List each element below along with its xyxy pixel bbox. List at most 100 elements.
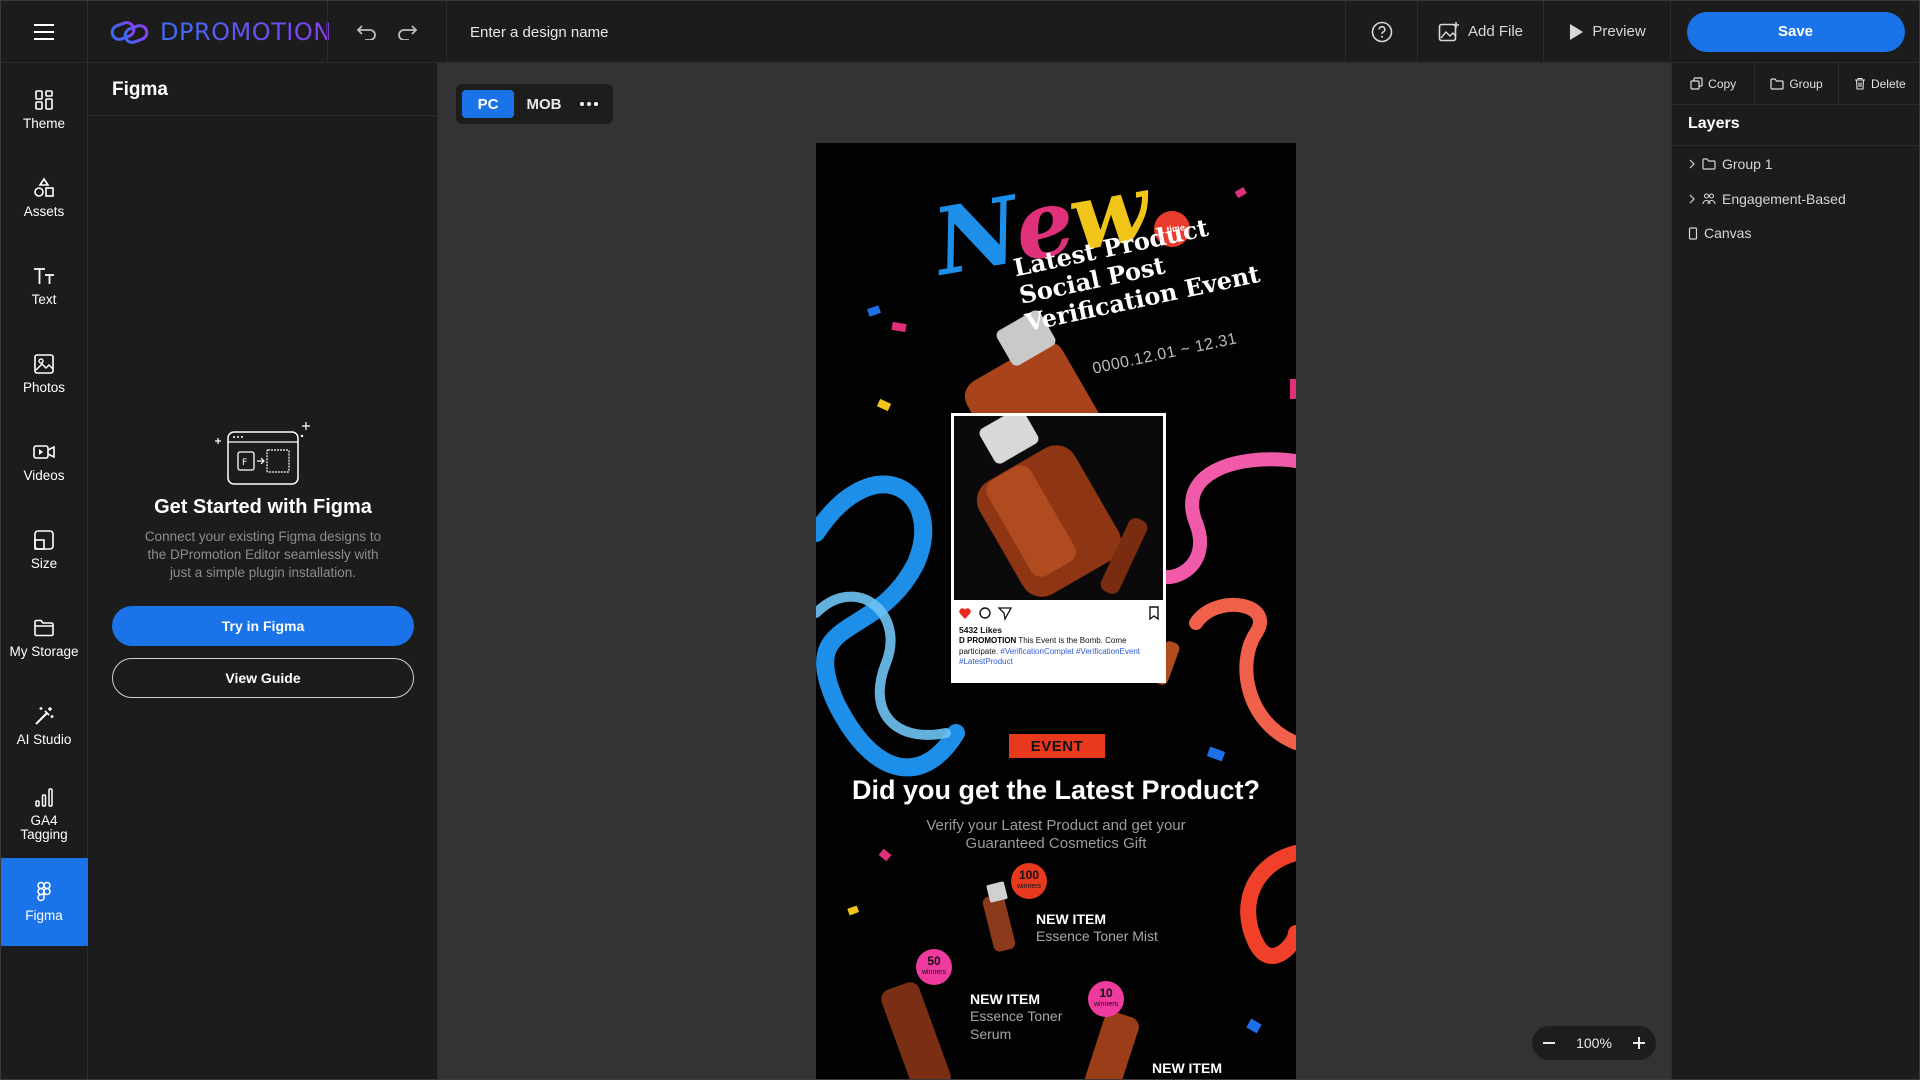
plus-icon: [1633, 1037, 1645, 1049]
item-title: NEW ITEM: [970, 991, 1040, 1007]
rail-label: My Storage: [9, 644, 79, 659]
rail-item-assets[interactable]: Assets: [0, 154, 88, 242]
rail-item-text[interactable]: Text: [0, 242, 88, 330]
bar-chart-icon: [35, 788, 53, 807]
layer-engagement-based[interactable]: Engagement-Based: [1688, 188, 1846, 210]
rail-item-figma[interactable]: Figma: [0, 858, 88, 946]
mob-view-button[interactable]: MOB: [520, 90, 568, 118]
help-icon: [1371, 21, 1392, 42]
preview-label: Preview: [1592, 23, 1646, 40]
group-label: Group: [1789, 76, 1823, 91]
layer-name: Canvas: [1704, 225, 1752, 241]
account-name: D PROMOTION: [959, 636, 1017, 645]
add-file-button[interactable]: Add File: [1417, 0, 1543, 63]
play-icon: [1570, 23, 1584, 40]
pc-view-button[interactable]: PC: [462, 90, 514, 118]
winner-label: winners: [921, 969, 947, 976]
top-actions: Add File Preview Save: [1345, 0, 1920, 63]
zoom-out-button[interactable]: [1542, 1036, 1556, 1050]
view-guide-button[interactable]: View Guide: [112, 658, 414, 698]
hamburger-menu-button[interactable]: [0, 0, 88, 63]
more-options-button[interactable]: [574, 90, 604, 118]
panel-title: Figma: [112, 79, 168, 100]
event-badge: EVENT: [1009, 734, 1105, 758]
chevron-right-icon[interactable]: [1688, 159, 1696, 169]
add-file-label: Add File: [1467, 23, 1524, 40]
delete-label: Delete: [1870, 76, 1906, 91]
group-button[interactable]: Group: [1755, 63, 1839, 104]
rail-item-size[interactable]: Size: [0, 506, 88, 594]
rail-item-theme[interactable]: Theme: [0, 66, 88, 154]
rail-label: Size: [30, 556, 58, 571]
preview-button[interactable]: Preview: [1543, 0, 1670, 63]
item-essence-toner-mist: NEW ITEM Essence Toner Mist: [1036, 911, 1158, 945]
winner-label: winners: [1016, 883, 1042, 890]
instagram-post-card: 5432 Likes D PROMOTION This Event is the…: [951, 408, 1166, 683]
item-name: Essence Toner Serum: [970, 1008, 1063, 1042]
item-title: NEW ITEM: [1036, 911, 1106, 927]
history-controls: [327, 0, 447, 63]
rail-item-my-storage[interactable]: My Storage: [0, 594, 88, 682]
layers-panel: Copy Group Delete Layers Group 1 Engagem…: [1671, 63, 1920, 1080]
svg-text:F: F: [242, 458, 247, 468]
people-icon: [1702, 193, 1716, 205]
text-icon: [34, 268, 54, 284]
folder-icon: [1702, 158, 1716, 170]
save-button[interactable]: Save: [1686, 11, 1905, 52]
copy-icon: [1690, 77, 1703, 90]
zoom-in-button[interactable]: [1632, 1036, 1646, 1050]
divider: [1672, 145, 1920, 146]
save-area: Save: [1670, 0, 1920, 63]
rail-item-ga4-tagging[interactable]: GA4 Tagging: [0, 770, 88, 858]
product-photo: [954, 408, 1163, 600]
copy-button[interactable]: Copy: [1672, 63, 1756, 104]
rail-item-ai-studio[interactable]: AI Studio: [0, 682, 88, 770]
poster-artboard[interactable]: New 1 time Latest Product Social Post Ve…: [816, 143, 1296, 1080]
rail-item-videos[interactable]: Videos: [0, 418, 88, 506]
try-in-figma-button[interactable]: Try in Figma: [112, 606, 414, 646]
winner-badge: 100 winners: [1011, 863, 1047, 899]
figma-plugin-illustration-icon: F: [215, 422, 310, 485]
video-icon: [33, 445, 55, 459]
rail-label: Photos: [22, 380, 66, 395]
rail-label: Videos: [23, 468, 65, 483]
get-started-description: Connect your existing Figma designs to t…: [144, 529, 382, 580]
more-horizontal-icon: [580, 102, 598, 106]
winner-count: 100: [1018, 868, 1040, 882]
poster-question: Did you get the Latest Product?: [851, 775, 1261, 805]
folder-icon: [1770, 77, 1784, 90]
delete-button[interactable]: Delete: [1839, 63, 1920, 104]
rail-label: AI Studio: [16, 732, 72, 747]
view-mode-toggle: PC MOB: [456, 84, 613, 124]
rail-label: GA4 Tagging: [20, 813, 68, 842]
resize-icon: [34, 530, 54, 550]
design-name-input[interactable]: [470, 20, 990, 44]
item-new-item: NEW ITEM: [1152, 1060, 1222, 1076]
layer-canvas[interactable]: Canvas: [1688, 222, 1751, 244]
layer-group-1[interactable]: Group 1: [1688, 153, 1773, 175]
rail-label: Assets: [23, 204, 65, 219]
trash-icon: [1854, 77, 1865, 90]
brand-logo[interactable]: DPROMOTION: [110, 14, 332, 50]
rail-item-photos[interactable]: Photos: [0, 330, 88, 418]
undo-button[interactable]: [356, 24, 378, 40]
rectangle-icon: [1688, 226, 1698, 240]
item-name: Essence Toner Mist: [1036, 928, 1158, 944]
layer-name: Engagement-Based: [1722, 191, 1846, 207]
item-title: NEW ITEM: [1152, 1060, 1222, 1076]
magic-wand-icon: [35, 707, 54, 725]
figma-panel: Figma F Get Started with Figma Connect y…: [88, 63, 438, 1080]
redo-button[interactable]: [396, 24, 418, 40]
minus-icon: [1543, 1042, 1555, 1044]
add-image-icon: [1438, 21, 1459, 41]
winner-badge: 50 winners: [916, 949, 952, 985]
help-button[interactable]: [1345, 0, 1417, 63]
design-canvas[interactable]: PC MOB New 1 time Latest Product Social …: [438, 63, 1671, 1080]
folder-icon: [34, 619, 54, 637]
chevron-right-icon[interactable]: [1688, 194, 1696, 204]
zoom-level: 100%: [1576, 1035, 1612, 1051]
undo-icon: [356, 24, 376, 40]
layer-name: Group 1: [1722, 156, 1773, 172]
tool-rail: Theme Assets Text Photos Videos Size My …: [0, 63, 88, 1080]
redo-icon: [398, 24, 418, 40]
